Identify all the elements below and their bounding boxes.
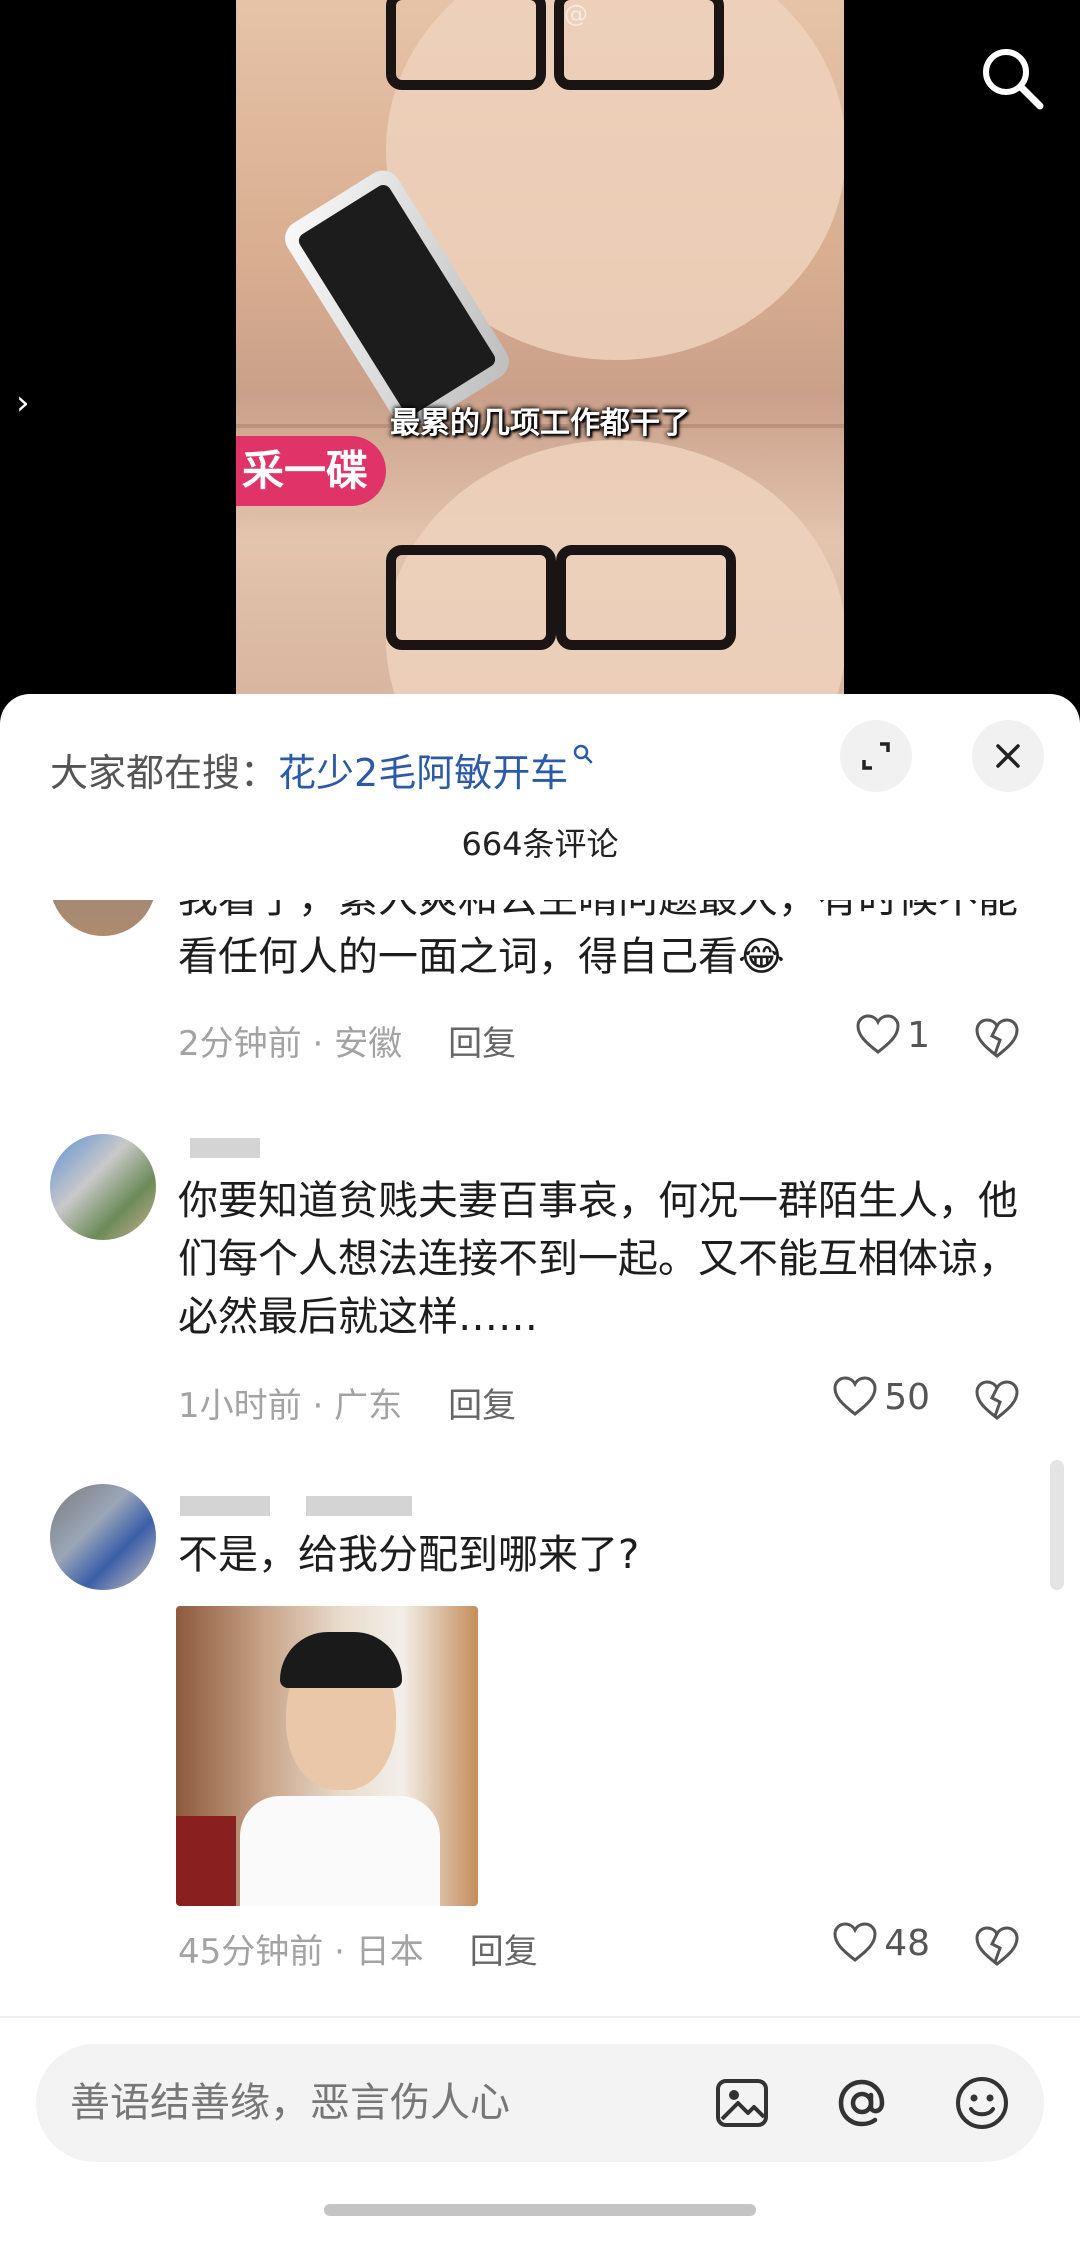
meta-separator: · — [301, 1024, 335, 1064]
reply-button[interactable]: 回复 — [448, 1386, 516, 1426]
broken-heart-icon — [975, 1018, 1019, 1058]
input-divider — [0, 2016, 1080, 2018]
comment-meta: 45分钟前 · 日本 回复 — [178, 1924, 538, 1973]
comment-location: 日本 — [355, 1932, 424, 1972]
dislike-button[interactable] — [974, 1018, 1020, 1064]
heart-icon — [833, 1922, 877, 1962]
video-frame: 采一碟 最累的几项工作都干了 @ — [236, 0, 844, 720]
home-indicator[interactable] — [324, 2204, 756, 2216]
reply-button[interactable]: 回复 — [470, 1932, 538, 1972]
video-watermark: @ — [564, 0, 588, 28]
glasses-left-bottom — [386, 545, 556, 650]
search-icon[interactable] — [976, 42, 1048, 114]
comment-list[interactable]: 我看了，素人爽和公主晴问题最大，有时候不能看任何人的一面之词，得自己看😂 2分钟… — [0, 900, 1080, 2030]
broken-heart-icon — [975, 1380, 1019, 1420]
comment-text: 我看了，素人爽和公主晴问题最大，有时候不能看任何人的一面之词，得自己看😂 — [178, 900, 1018, 980]
nickname-blurred[interactable] — [190, 1138, 260, 1158]
like-button[interactable]: 1 — [855, 1014, 930, 1056]
avatar[interactable] — [50, 900, 156, 936]
comment-meta: 1小时前 · 广东 回复 — [178, 1378, 516, 1427]
at-icon[interactable] — [832, 2073, 892, 2133]
dislike-button[interactable] — [974, 1926, 1020, 1972]
like-count: 50 — [884, 1376, 930, 1418]
avatar[interactable] — [50, 1484, 156, 1590]
comment-time: 1小时前 — [178, 1386, 302, 1426]
scrollbar[interactable] — [1050, 1460, 1064, 1590]
reply-button[interactable]: 回复 — [448, 1024, 516, 1064]
expand-button[interactable] — [840, 720, 912, 792]
red-cloth — [176, 1816, 236, 1906]
comment-location: 安徽 — [334, 1024, 403, 1064]
search-icon — [573, 744, 593, 764]
like-count: 48 — [884, 1922, 930, 1964]
boy-shirt — [240, 1796, 440, 1906]
close-icon — [996, 744, 1020, 768]
comment-sheet: 大家都在搜： 花少2毛阿敏开车 664条评论 我看了，素人爽和公主晴问题最大，有… — [0, 694, 1080, 2241]
comment-location: 广东 — [334, 1386, 403, 1426]
heart-icon — [856, 1014, 900, 1054]
trending-search-term[interactable]: 花少2毛阿敏开车 — [278, 742, 568, 797]
glasses-right-bottom — [556, 545, 736, 650]
close-button[interactable] — [972, 720, 1044, 792]
boy-hair — [280, 1632, 402, 1688]
image-icon[interactable] — [712, 2073, 772, 2133]
comment-time: 2分钟前 — [178, 1024, 302, 1064]
nickname-blurred[interactable] — [306, 1496, 412, 1516]
video-player[interactable]: 采一碟 最累的几项工作都干了 @ › — [0, 0, 1080, 720]
avatar[interactable] — [50, 1134, 156, 1240]
trending-search[interactable]: 大家都在搜： 花少2毛阿敏开车 — [50, 734, 594, 804]
expand-icon — [862, 742, 890, 770]
broken-heart-icon — [975, 1926, 1019, 1966]
emoji-icon[interactable] — [952, 2073, 1012, 2133]
chevron-right-icon[interactable]: › — [16, 386, 30, 420]
comment-meta: 2分钟前 · 安徽 回复 — [178, 1016, 516, 1065]
comment-input-placeholder: 善语结善缘，恶言伤人心 — [70, 2080, 510, 2126]
nickname-blurred[interactable] — [180, 1496, 270, 1516]
comment-image[interactable] — [176, 1606, 478, 1906]
comment-time: 45分钟前 — [178, 1932, 324, 1972]
comment-input[interactable]: 善语结善缘，恶言伤人心 — [36, 2044, 1044, 2162]
dislike-button[interactable] — [974, 1380, 1020, 1426]
meta-separator: · — [301, 1386, 335, 1426]
meta-separator: · — [323, 1932, 356, 1972]
comment-text: 不是，给我分配到哪来了? — [178, 1532, 640, 1578]
comment-text: 你要知道贫贱夫妻百事哀，何况一群陌生人，他们每个人想法连接不到一起。又不能互相体… — [178, 1178, 1018, 1340]
like-count: 1 — [907, 1014, 930, 1056]
like-button[interactable]: 50 — [832, 1376, 930, 1418]
video-subtitle: 最累的几项工作都干了 — [390, 406, 690, 441]
like-button[interactable]: 48 — [832, 1922, 930, 1964]
trending-search-prefix: 大家都在搜： — [50, 750, 279, 795]
video-tag: 采一碟 — [236, 436, 386, 506]
heart-icon — [833, 1376, 877, 1416]
glasses-left — [386, 0, 546, 90]
comment-count: 664条评论 — [461, 825, 619, 863]
